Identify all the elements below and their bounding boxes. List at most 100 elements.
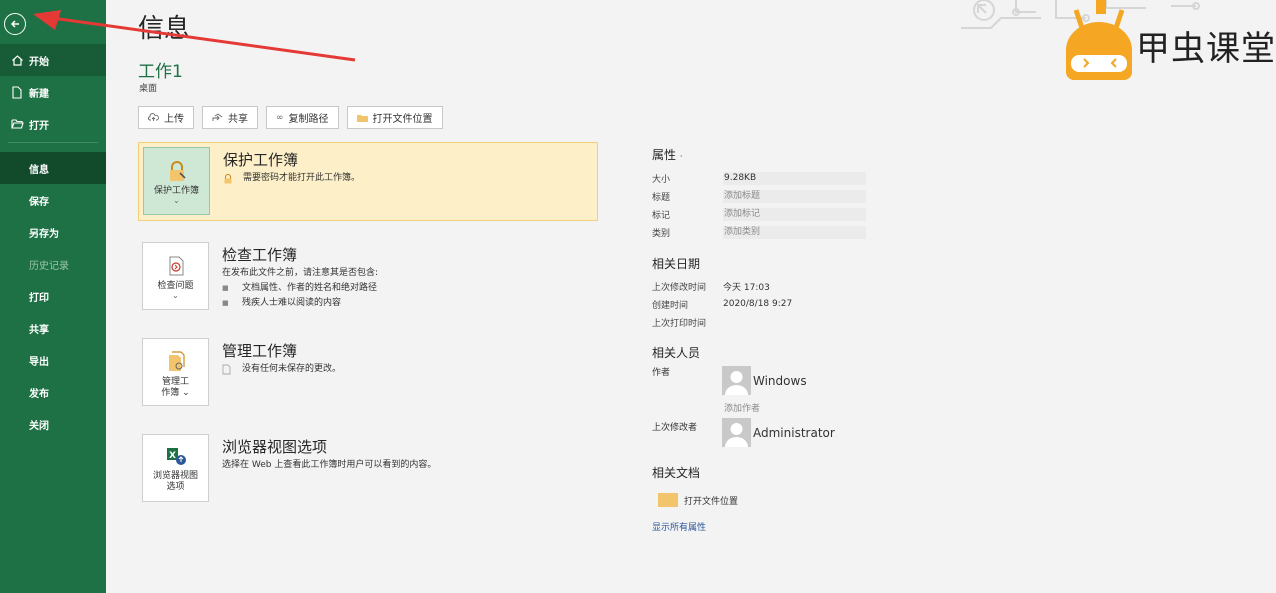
tile-label: 管理工 bbox=[161, 377, 189, 387]
sidebar-item-share[interactable]: 共享 bbox=[0, 312, 106, 344]
related-documents-group: 相关文档 打开文件位置 显示所有属性 bbox=[652, 464, 882, 533]
title-input[interactable]: 添加标题 bbox=[723, 189, 866, 203]
new-document-icon bbox=[10, 85, 24, 99]
sidebar-top-menu: 开始 新建 打开 bbox=[0, 44, 106, 140]
date-key: 上次打印时间 bbox=[652, 318, 707, 329]
person-icon bbox=[725, 423, 748, 447]
sidebar-item-publish[interactable]: 发布 bbox=[0, 376, 106, 408]
file-actions-toolbar: 上传 共享 ∞ 复制路径 打开文件位置 bbox=[138, 106, 443, 129]
bullet-icon: ■ bbox=[222, 299, 229, 307]
share-button[interactable]: 共享 bbox=[202, 106, 258, 129]
modifier-key: 上次修改者 bbox=[652, 423, 698, 433]
section-description: 选择在 Web 上查看此工作簿时用户可以看到的内容。 bbox=[222, 458, 436, 473]
section-description: 在发布此文件之前，请注意其是否包含: ■ 文档属性、作者的姓名和绝对路径 ■ 残疾人… bbox=[222, 266, 378, 311]
tile-label: 浏览器视图 bbox=[152, 471, 198, 481]
date-row: 上次修改时间 今天 17:03 bbox=[652, 277, 882, 295]
upload-label: 上传 bbox=[164, 114, 184, 125]
svg-text:X: X bbox=[169, 451, 176, 461]
property-row-tags: 标记 添加标记 bbox=[652, 205, 882, 223]
author-person[interactable]: Windows bbox=[722, 366, 807, 395]
open-location-label: 打开文件位置 bbox=[372, 114, 433, 125]
date-row: 创建时间 2020/8/18 9:27 bbox=[652, 295, 882, 313]
sidebar-item-home[interactable]: 开始 bbox=[0, 44, 106, 76]
backstage-sidebar: 开始 新建 打开 信息 保存 另存为 历史记录 打印 共享 导出 发布 关闭 bbox=[0, 0, 106, 593]
watermark-text: 甲虫课堂 bbox=[1136, 29, 1276, 69]
date-value: 今天 17:03 bbox=[723, 282, 770, 293]
sidebar-item-save[interactable]: 保存 bbox=[0, 184, 106, 216]
document-path: 桌面 bbox=[139, 84, 158, 94]
open-folder-icon bbox=[10, 117, 24, 131]
show-all-properties-link[interactable]: 显示所有属性 bbox=[652, 520, 882, 533]
related-dates-heading: 相关日期 bbox=[652, 257, 701, 271]
category-input[interactable]: 添加类别 bbox=[723, 225, 866, 239]
sidebar-item-label: 打印 bbox=[29, 292, 49, 304]
inspect-document-icon bbox=[165, 255, 187, 277]
modifier-person[interactable]: Administrator bbox=[722, 418, 835, 447]
tags-input[interactable]: 添加标记 bbox=[723, 207, 866, 221]
add-author-input[interactable]: 添加作者 bbox=[652, 401, 882, 414]
copy-path-button[interactable]: ∞ 复制路径 bbox=[266, 106, 339, 129]
back-arrow-icon bbox=[10, 20, 19, 28]
sidebar-item-info[interactable]: 信息 bbox=[0, 152, 106, 184]
browser-view-section: X 浏览器视图 选项 浏览器视图选项 选择在 Web 上查看此工作簿时用户可以看… bbox=[138, 430, 598, 508]
author-name: Windows bbox=[753, 373, 807, 388]
property-key: 大小 bbox=[652, 174, 671, 185]
sidebar-item-label: 发布 bbox=[29, 388, 49, 400]
sidebar-divider bbox=[8, 142, 98, 143]
modifier-name: Administrator bbox=[753, 425, 835, 440]
excel-web-icon: X bbox=[165, 445, 187, 467]
browser-view-options-button[interactable]: X 浏览器视图 选项 bbox=[142, 434, 209, 502]
properties-panel: 属性 · 大小 9.28KB 标题 添加标题 标记 添加标记 类别 添加类别 bbox=[652, 146, 882, 241]
folder-icon bbox=[356, 114, 368, 122]
protect-workbook-button[interactable]: 保护工作簿 ⌄ bbox=[143, 147, 210, 215]
property-row-size: 大小 9.28KB bbox=[652, 169, 882, 187]
related-people-group: 相关人员 作者 Windows 添加作者 上次修改者 Administrator bbox=[652, 344, 882, 450]
link-icon: ∞ bbox=[276, 112, 284, 123]
lock-icon bbox=[166, 160, 188, 182]
folder-icon bbox=[658, 493, 678, 507]
open-location-button[interactable]: 打开文件位置 bbox=[346, 106, 443, 129]
sidebar-item-print[interactable]: 打印 bbox=[0, 280, 106, 312]
section-title: 保护工作簿 bbox=[223, 151, 299, 169]
property-row-title: 标题 添加标题 bbox=[652, 187, 882, 205]
property-row-category: 类别 添加类别 bbox=[652, 223, 882, 241]
date-key: 上次修改时间 bbox=[652, 282, 707, 293]
section-description: 需要密码才能打开此工作簿。 bbox=[223, 171, 360, 186]
related-people-heading: 相关人员 bbox=[652, 346, 701, 360]
tile-label-line2: 作簿 bbox=[161, 388, 180, 398]
upload-button[interactable]: 上传 bbox=[138, 106, 194, 129]
open-file-location-link[interactable]: 打开文件位置 bbox=[652, 493, 882, 507]
sidebar-item-new[interactable]: 新建 bbox=[0, 76, 106, 108]
sidebar-item-save-as[interactable]: 另存为 bbox=[0, 216, 106, 248]
properties-heading[interactable]: 属性 · bbox=[652, 146, 882, 163]
chevron-down-icon: ⌄ bbox=[172, 291, 179, 300]
section-description: 没有任何未保存的更改。 bbox=[222, 362, 341, 377]
date-row: 上次打印时间 bbox=[652, 313, 882, 331]
property-key: 标题 bbox=[652, 192, 671, 203]
sidebar-item-close[interactable]: 关闭 bbox=[0, 408, 106, 440]
sidebar-item-label: 导出 bbox=[29, 356, 49, 368]
copy-path-label: 复制路径 bbox=[288, 114, 329, 125]
sidebar-item-export[interactable]: 导出 bbox=[0, 344, 106, 376]
properties-heading-text: 属性 bbox=[652, 148, 677, 162]
chevron-down-icon: ⌄ bbox=[173, 196, 180, 205]
protect-desc-text: 需要密码才能打开此工作簿。 bbox=[243, 173, 361, 183]
sidebar-item-label: 关闭 bbox=[29, 420, 49, 432]
share-label: 共享 bbox=[228, 114, 248, 125]
bullet-icon: ■ bbox=[222, 284, 229, 292]
page-title: 信息 bbox=[138, 14, 191, 44]
sidebar-bottom-menu: 信息 保存 另存为 历史记录 打印 共享 导出 发布 关闭 bbox=[0, 152, 106, 440]
watermark-logo: 甲虫课堂 bbox=[956, 0, 1276, 90]
avatar bbox=[722, 366, 751, 395]
sidebar-item-label: 开始 bbox=[29, 56, 49, 68]
sidebar-item-open[interactable]: 打开 bbox=[0, 108, 106, 140]
section-title: 管理工作簿 bbox=[222, 342, 298, 360]
manage-workbook-button[interactable]: 管理工 作簿 ⌄ bbox=[142, 338, 209, 406]
back-button[interactable] bbox=[4, 13, 26, 35]
tile-label: 作簿 ⌄ bbox=[161, 388, 190, 398]
small-lock-icon bbox=[223, 173, 235, 184]
date-value: 2020/8/18 9:27 bbox=[723, 299, 793, 309]
chevron-down-icon: · bbox=[679, 152, 683, 161]
related-documents-heading: 相关文档 bbox=[652, 466, 701, 480]
check-issues-button[interactable]: 检查问题 ⌄ bbox=[142, 242, 209, 310]
